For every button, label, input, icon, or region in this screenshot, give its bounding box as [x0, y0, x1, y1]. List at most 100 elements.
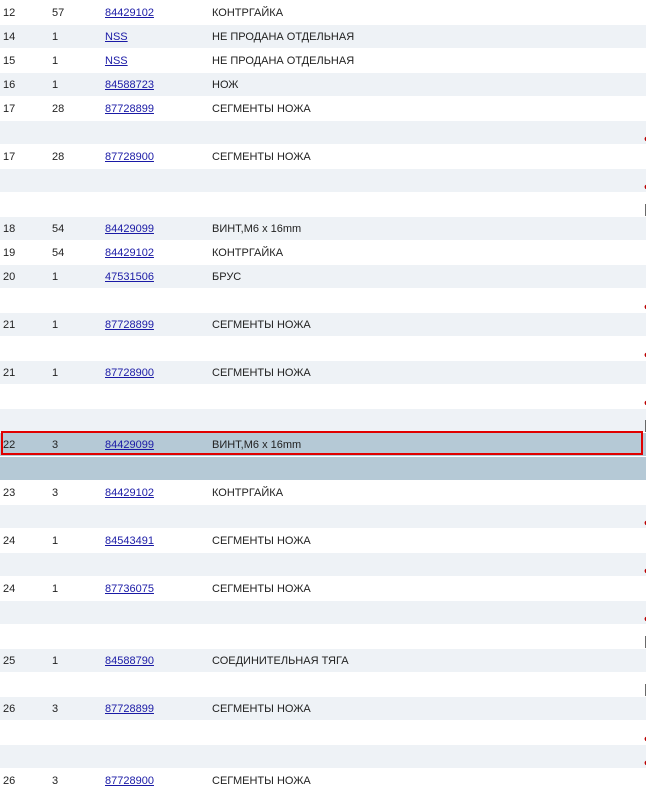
- table-row[interactable]: 18 54 84429099 ВИНТ,M6 x 16mm: [0, 216, 646, 240]
- part-number-link[interactable]: 84588790: [105, 649, 154, 673]
- item-number: 26: [3, 775, 16, 787]
- table-row[interactable]: 14 1 NSS НЕ ПРОДАНА ОТДЕЛЬНАЯ: [0, 24, 646, 48]
- item-number: 18: [3, 223, 16, 235]
- table-row-selected[interactable]: 22 3 84429099 ВИНТ,M6 x 16mm: [0, 432, 646, 456]
- item-number: 21: [3, 367, 16, 379]
- row-detail-spacer: ▐: [0, 624, 646, 649]
- item-number: 20: [3, 271, 16, 283]
- table-row[interactable]: 12 57 84429102 КОНТРГАЙКА: [0, 0, 646, 24]
- table-row[interactable]: 16 1 84588723 НОЖ: [0, 72, 646, 96]
- part-number-link[interactable]: 87728899: [105, 313, 154, 337]
- item-number: 23: [3, 487, 16, 499]
- part-description: БРУС: [212, 271, 242, 283]
- row-detail-spacer: ▐: [0, 408, 646, 433]
- row-detail-spacer: ◖: [0, 288, 646, 313]
- item-number: 14: [3, 31, 16, 43]
- quantity: 1: [52, 31, 59, 43]
- part-number-link[interactable]: 84588723: [105, 73, 154, 97]
- quantity: 1: [52, 271, 59, 283]
- table-row[interactable]: 25 1 84588790 СОЕДИНИТЕЛЬНАЯ ТЯГА: [0, 648, 646, 672]
- part-description: НЕ ПРОДАНА ОТДЕЛЬНАЯ: [212, 55, 355, 67]
- part-description: СЕГМЕНТЫ НОЖА: [212, 535, 311, 547]
- row-detail-spacer: ◖: [0, 744, 646, 769]
- row-detail-spacer: ▐: [0, 192, 646, 217]
- part-description: СЕГМЕНТЫ НОЖА: [212, 103, 311, 115]
- part-description: СЕГМЕНТЫ НОЖА: [212, 367, 311, 379]
- item-number: 17: [3, 103, 16, 115]
- item-number: 21: [3, 319, 16, 331]
- part-number-link[interactable]: 87728900: [105, 769, 154, 793]
- quantity: 1: [52, 319, 59, 331]
- table-row[interactable]: 23 3 84429102 КОНТРГАЙКА: [0, 480, 646, 504]
- table-row[interactable]: 15 1 NSS НЕ ПРОДАНА ОТДЕЛЬНАЯ: [0, 48, 646, 72]
- quantity: 1: [52, 79, 59, 91]
- item-number: 19: [3, 247, 16, 259]
- quantity: 3: [52, 703, 59, 715]
- table-row[interactable]: 24 1 87736075 СЕГМЕНТЫ НОЖА: [0, 576, 646, 600]
- part-number-link[interactable]: NSS: [105, 49, 128, 73]
- table-row[interactable]: 20 1 47531506 БРУС: [0, 264, 646, 288]
- table-row[interactable]: 24 1 84543491 СЕГМЕНТЫ НОЖА: [0, 528, 646, 552]
- part-description: КОНТРГАЙКА: [212, 7, 284, 19]
- quantity: 57: [52, 7, 65, 19]
- part-description: СОЕДИНИТЕЛЬНАЯ ТЯГА: [212, 655, 349, 667]
- quantity: 1: [52, 583, 59, 595]
- part-number-link[interactable]: 84429099: [105, 433, 154, 457]
- parts-table: 12 57 84429102 КОНТРГАЙКА 14 1 NSS НЕ ПР…: [0, 0, 646, 792]
- table-row[interactable]: 17 28 87728900 СЕГМЕНТЫ НОЖА: [0, 144, 646, 168]
- part-description: СЕГМЕНТЫ НОЖА: [212, 583, 311, 595]
- item-number: 17: [3, 151, 16, 163]
- part-description: НОЖ: [212, 79, 239, 91]
- row-detail-spacer: ◖: [0, 504, 646, 529]
- item-number: 24: [3, 535, 16, 547]
- part-description: НЕ ПРОДАНА ОТДЕЛЬНАЯ: [212, 31, 355, 43]
- quantity: 1: [52, 55, 59, 67]
- quantity: 1: [52, 655, 59, 667]
- quantity: 54: [52, 247, 65, 259]
- part-number-link[interactable]: 87728899: [105, 697, 154, 721]
- quantity: 3: [52, 487, 59, 499]
- row-detail-spacer: ◖: [0, 720, 646, 745]
- row-detail-spacer: [0, 456, 646, 480]
- part-number-link[interactable]: 87728900: [105, 361, 154, 385]
- row-detail-spacer: ▐: [0, 672, 646, 697]
- item-number: 15: [3, 55, 16, 67]
- table-row[interactable]: 26 3 87728900 СЕГМЕНТЫ НОЖА: [0, 768, 646, 792]
- item-number: 25: [3, 655, 16, 667]
- item-number: 22: [3, 439, 16, 451]
- table-row[interactable]: 26 3 87728899 СЕГМЕНТЫ НОЖА: [0, 696, 646, 720]
- part-number-link[interactable]: 87736075: [105, 577, 154, 601]
- part-number-link[interactable]: 84429102: [105, 481, 154, 505]
- part-description: СЕГМЕНТЫ НОЖА: [212, 703, 311, 715]
- part-number-link[interactable]: 47531506: [105, 265, 154, 289]
- part-number-link[interactable]: NSS: [105, 25, 128, 49]
- item-number: 26: [3, 703, 16, 715]
- part-number-link[interactable]: 84429102: [105, 1, 154, 25]
- part-number-link[interactable]: 87728900: [105, 145, 154, 169]
- part-number-link[interactable]: 87728899: [105, 97, 154, 121]
- row-detail-spacer: ◖: [0, 336, 646, 361]
- part-description: СЕГМЕНТЫ НОЖА: [212, 775, 311, 787]
- quantity: 3: [52, 439, 59, 451]
- table-row[interactable]: 21 1 87728899 СЕГМЕНТЫ НОЖА: [0, 312, 646, 336]
- part-number-link[interactable]: 84543491: [105, 529, 154, 553]
- part-description: СЕГМЕНТЫ НОЖА: [212, 319, 311, 331]
- part-description: КОНТРГАЙКА: [212, 487, 284, 499]
- row-detail-spacer: ◖: [0, 120, 646, 145]
- quantity: 28: [52, 103, 65, 115]
- table-row[interactable]: 17 28 87728899 СЕГМЕНТЫ НОЖА: [0, 96, 646, 120]
- part-description: ВИНТ,M6 x 16mm: [212, 223, 302, 235]
- quantity: 28: [52, 151, 65, 163]
- part-number-link[interactable]: 84429099: [105, 217, 154, 241]
- item-number: 16: [3, 79, 16, 91]
- quantity: 1: [52, 535, 59, 547]
- table-row[interactable]: 19 54 84429102 КОНТРГАЙКА: [0, 240, 646, 264]
- item-number: 12: [3, 7, 16, 19]
- part-description: СЕГМЕНТЫ НОЖА: [212, 151, 311, 163]
- table-row[interactable]: 21 1 87728900 СЕГМЕНТЫ НОЖА: [0, 360, 646, 384]
- row-detail-spacer: ◖: [0, 168, 646, 193]
- row-detail-spacer: ◖: [0, 384, 646, 409]
- part-number-link[interactable]: 84429102: [105, 241, 154, 265]
- quantity: 54: [52, 223, 65, 235]
- quantity: 3: [52, 775, 59, 787]
